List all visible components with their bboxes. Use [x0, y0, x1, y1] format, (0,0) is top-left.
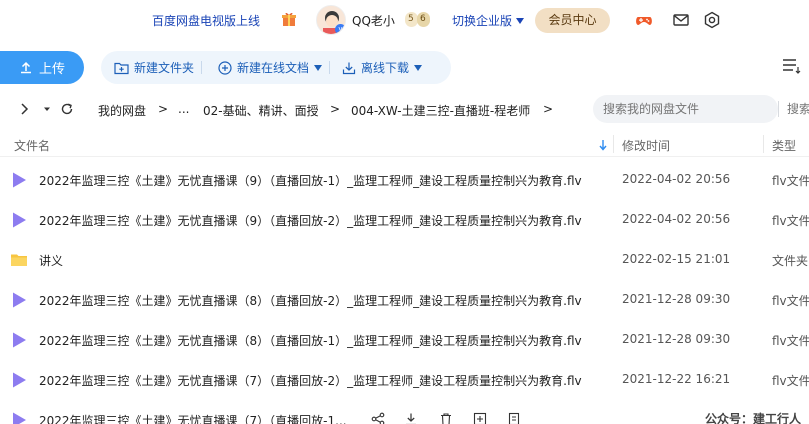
chevron-down-icon — [314, 64, 323, 71]
file-modified-date: 2022-04-02 20:56 — [622, 172, 731, 186]
search-divider — [778, 101, 779, 117]
mail-icon[interactable] — [672, 11, 690, 29]
new-folder-label: 新建文件夹 — [134, 61, 195, 75]
switch-enterprise-label: 切换企业版 — [452, 14, 513, 28]
file-name[interactable]: 2022年监理三控《土建》无忧直播课（8）（直播回放-1）_监理工程师_建设工程… — [39, 332, 582, 349]
breadcrumb-separator: > — [330, 102, 341, 116]
video-file-icon — [13, 292, 26, 308]
more-icon[interactable] — [507, 412, 521, 424]
breadcrumb-root[interactable]: 我的网盘 — [98, 102, 146, 119]
video-file-icon — [13, 412, 26, 424]
offline-download-button[interactable]: 离线下载 — [342, 51, 423, 84]
refresh-icon[interactable] — [60, 102, 74, 116]
folder-row[interactable]: 讲义 2022-02-15 21:01 文件夹 — [0, 240, 809, 280]
username[interactable]: QQ老小 — [352, 12, 395, 29]
file-modified-date: 2022-04-02 20:56 — [622, 212, 731, 226]
video-file-icon — [13, 212, 26, 228]
new-folder-button[interactable]: 新建文件夹 — [114, 51, 203, 84]
file-name[interactable]: 2022年监理三控《土建》无忧直播课（8）（直播回放-2）_监理工程师_建设工程… — [39, 292, 582, 309]
column-divider — [613, 135, 614, 153]
file-modified-date: 2021-12-22 16:21 — [622, 372, 731, 386]
file-row[interactable]: 2022年监理三控《土建》无忧直播课（7）（直播回放-1... — [0, 400, 809, 424]
new-doc-icon — [218, 60, 232, 75]
game-icon[interactable] — [635, 11, 653, 29]
video-file-icon — [13, 172, 26, 188]
toolbar-divider — [201, 61, 203, 74]
offline-download-label: 离线下载 — [361, 61, 410, 75]
search-box — [593, 95, 778, 123]
file-table-header: 文件名 修改时间 类型 — [0, 133, 809, 157]
file-name[interactable]: 2022年监理三控《土建》无忧直播课（7）（直播回放-2）_监理工程师_建设工程… — [39, 372, 582, 389]
file-row[interactable]: 2022年监理三控《土建》无忧直播课（7）（直播回放-2）_监理工程师_建设工程… — [0, 360, 809, 400]
video-file-icon — [13, 372, 26, 388]
breadcrumb-item-current[interactable]: 004-XW-土建三控-直播班-程老师 — [351, 102, 530, 119]
file-name[interactable]: 2022年监理三控《土建》无忧直播课（9）（直播回放-2）_监理工程师_建设工程… — [39, 212, 582, 229]
chevron-down-icon — [516, 18, 525, 24]
breadcrumb-separator: > — [543, 102, 554, 116]
file-type: flv文件 — [772, 334, 809, 348]
breadcrumb-ellipsis[interactable]: ... — [178, 102, 189, 116]
new-online-doc-label: 新建在线文档 — [237, 61, 310, 75]
level-badge: 5 — [405, 12, 418, 27]
file-modified-date: 2022-02-15 21:01 — [622, 252, 731, 266]
folder-name[interactable]: 讲义 — [39, 252, 63, 269]
file-type: flv文件 — [772, 294, 809, 308]
new-online-doc-button[interactable]: 新建在线文档 — [218, 51, 331, 84]
chevron-down-icon — [414, 64, 423, 71]
watermark-text: 公众号：建工行人 — [705, 412, 802, 424]
file-row[interactable]: 2022年监理三控《土建》无忧直播课（9）（直播回放-2）_监理工程师_建设工程… — [0, 200, 809, 240]
avatar[interactable]: v — [316, 5, 346, 35]
upload-label: 上传 — [38, 62, 65, 77]
move-icon[interactable] — [473, 412, 487, 424]
history-dropdown-icon[interactable] — [40, 102, 54, 116]
download-icon — [342, 62, 356, 74]
column-header-name[interactable]: 文件名 — [14, 137, 50, 154]
level-badge-2: 6 — [417, 12, 430, 27]
delete-icon[interactable] — [439, 412, 453, 424]
upload-button[interactable]: 上传 — [0, 51, 84, 84]
settings-icon[interactable] — [703, 11, 721, 29]
toolbar-actions: 新建文件夹 新建在线文档 离线下载 — [101, 51, 451, 84]
level-badge-text: 5 — [408, 14, 414, 24]
column-divider — [763, 135, 764, 153]
verified-icon: v — [335, 24, 345, 34]
tv-promo-link[interactable]: 百度网盘电视版上线 — [152, 12, 260, 29]
gift-icon[interactable] — [281, 11, 297, 27]
toolbar: 上传 新建文件夹 新建在线文档 离线下载 — [0, 48, 809, 86]
file-name[interactable]: 2022年监理三控《土建》无忧直播课（9）（直播回放-1）_监理工程师_建设工程… — [39, 172, 582, 189]
share-icon[interactable] — [371, 412, 385, 424]
download-icon[interactable] — [404, 412, 418, 424]
file-type: flv文件 — [772, 374, 809, 388]
file-type: flv文件 — [772, 214, 809, 228]
search-input[interactable] — [593, 95, 778, 123]
toolbar-divider — [329, 61, 331, 74]
folder-icon — [11, 254, 27, 266]
new-folder-icon — [114, 62, 129, 74]
breadcrumb-item-basics[interactable]: 02-基础、精讲、面授 — [203, 102, 319, 119]
search-input-secondary[interactable] — [780, 95, 809, 123]
search-box-secondary — [780, 95, 809, 123]
file-modified-date: 2021-12-28 09:30 — [622, 332, 731, 346]
file-modified-date: 2021-12-28 09:30 — [622, 292, 731, 306]
file-name[interactable]: 2022年监理三控《土建》无忧直播课（7）（直播回放-1... — [39, 412, 347, 424]
vip-center-button[interactable]: 会员中心 — [535, 8, 610, 33]
upload-icon — [20, 61, 31, 73]
file-row[interactable]: 2022年监理三控《土建》无忧直播课（9）（直播回放-1）_监理工程师_建设工程… — [0, 160, 809, 200]
navigation-bar: 我的网盘 > ... 02-基础、精讲、面授 > 004-XW-土建三控-直播班… — [0, 95, 809, 125]
top-header: 百度网盘电视版上线 v QQ老小 5 6 切换企业版 会员中心 — [0, 0, 809, 40]
level-badge-2-text: 6 — [420, 14, 426, 24]
column-header-type[interactable]: 类型 — [772, 137, 796, 154]
file-row[interactable]: 2022年监理三控《土建》无忧直播课（8）（直播回放-2）_监理工程师_建设工程… — [0, 280, 809, 320]
breadcrumb-separator: > — [158, 102, 169, 116]
file-row[interactable]: 2022年监理三控《土建》无忧直播课（8）（直播回放-1）_监理工程师_建设工程… — [0, 320, 809, 360]
video-file-icon — [13, 332, 26, 348]
switch-enterprise-button[interactable]: 切换企业版 — [452, 12, 525, 29]
list-view-icon[interactable] — [781, 56, 801, 76]
file-type: 文件夹 — [772, 254, 809, 268]
column-header-modified[interactable]: 修改时间 — [622, 137, 670, 154]
forward-icon[interactable] — [17, 102, 31, 116]
file-type: flv文件 — [772, 174, 809, 188]
sort-arrow-icon[interactable] — [598, 138, 608, 152]
